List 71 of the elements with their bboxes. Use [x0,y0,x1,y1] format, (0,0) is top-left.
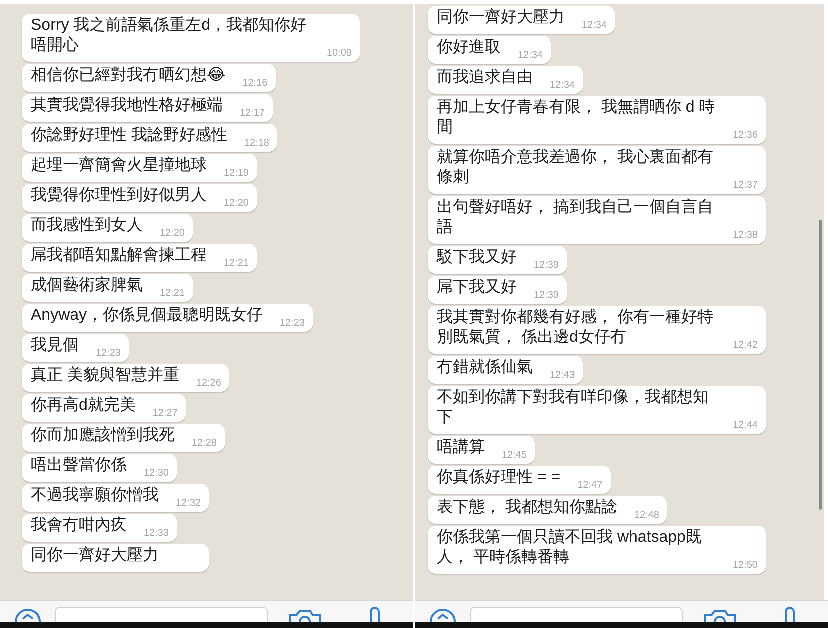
message-time: 12:16 [242,77,268,90]
message-text: Anyway，你係見個最聰明既女仔 [31,306,264,326]
message-time: 12:42 [732,339,758,352]
message-text: 我會冇咁內疚 [31,516,127,536]
message-text: 就算你唔介意我差過你， 我心裏面都有條刺 [437,148,714,188]
message-text: 我覺得你理性到好似男人 [31,186,207,206]
message-time: 12:23 [96,347,121,360]
camera-icon[interactable] [288,607,322,622]
message-text: 真正 美貌與智慧并重 [31,366,180,386]
message-time: 12:50 [732,559,758,572]
message-text: 你諗野好理性 我諗野好感性 [31,126,228,146]
message-time: 12:21 [224,257,249,270]
message-time: 12:33 [144,527,169,540]
message-text: 而我追求自由 [437,68,533,88]
microphone-icon[interactable] [368,606,382,622]
message-time: 12:45 [502,449,527,462]
message-text: 你好進取 [437,38,501,58]
message-time: 12:21 [160,287,185,300]
message-text: 你再高d就完美 [31,396,136,416]
message-time: 12:34 [582,19,607,32]
message-time: 12:36 [732,129,758,142]
message-text: 冇錯就係仙氣 [437,358,533,378]
upload-icon[interactable] [428,607,458,622]
message-text: 你係我第一個只讀不回我 whatsapp既人， 平時係轉番轉 [437,528,703,568]
message-text: 同你一齊好大壓力 [31,546,159,566]
message-time: 12:44 [732,419,758,432]
message-time: 12:32 [176,497,201,510]
message-time: 12:17 [240,107,265,120]
message-time: 12:38 [732,229,758,242]
message-text: 表下態， 我都想知你點諗 [437,498,618,518]
message-time: 12:28 [192,437,217,450]
message-text: 成個藝術家脾氣 [31,276,143,296]
message-text: 同你一齊好大壓力 [437,8,565,28]
message-text: 而我感性到女人 [31,216,143,236]
upload-icon[interactable] [13,607,43,622]
message-text: 屌我都唔知點解會揀工程 [31,246,207,266]
message-text: 其實我覺得我地性格好極端 [31,96,223,116]
message-time: 12:39 [534,259,559,272]
message-text: 我見個 [31,336,79,356]
camera-icon[interactable] [703,607,737,622]
message-text: 我其實對你都幾有好感， 你有一種好特別既氣質， 係出邊d女仔冇 [437,308,714,348]
message-time: 12:19 [224,167,249,180]
message-time: 12:20 [160,227,185,240]
message-time: 12:20 [224,197,249,210]
message-time: 12:34 [518,49,543,62]
message-text: 屌下我又好 [437,278,517,298]
message-time: 12:43 [550,369,575,382]
message-text: 唔講算 [437,438,485,458]
message-text: 再加上女仔青春有限， 我無謂晒你 d 時間 [437,98,716,138]
message-text: 不如到你講下對我有咩印像，我都想知下 [437,388,710,428]
message-text: 不過我寧願你憎我 [31,486,159,506]
message-time: 12:18 [244,137,270,150]
message-time: 12:47 [578,479,603,492]
message-time: 12:26 [196,377,222,390]
message-time: 10:09 [326,47,352,60]
message-time: 12:23 [280,317,306,330]
message-text: 唔出聲當你係 [31,456,127,476]
message-time: 12:39 [534,289,559,302]
message-time: 12:34 [550,79,575,92]
message-time: 12:37 [732,179,758,192]
message-time: 12:30 [144,467,169,480]
message-time: 12:27 [152,407,178,420]
message-text: 駁下我又好 [437,248,517,268]
message-text: 起埋一齊簡會火星撞地球 [31,156,207,176]
message-text: 相信你已經對我冇晒幻想😂 [31,66,226,86]
message-text: Sorry 我之前語氣係重左d，我都知你好唔開心 [31,16,308,56]
message-time: 12:48 [634,509,660,522]
message-text: 你而加應該憎到我死 [31,426,175,446]
message-text: 出句聲好唔好， 搞到我自己一個自言自語 [437,198,714,238]
message-text: 你真係好理性 = = [437,468,561,488]
microphone-icon[interactable] [783,606,797,622]
